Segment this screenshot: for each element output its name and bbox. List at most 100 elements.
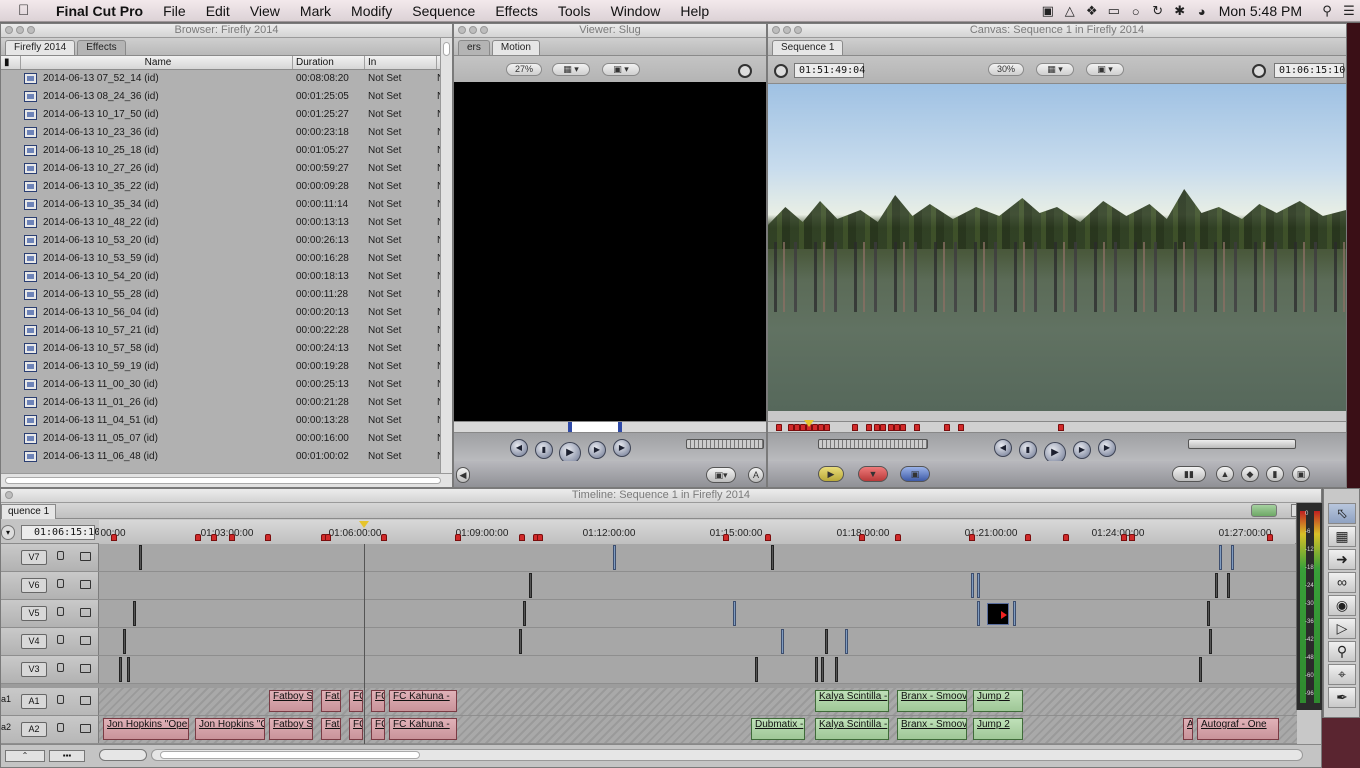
video-clip[interactable] [771, 545, 774, 570]
track-visibility-icon[interactable] [80, 664, 91, 673]
playhead-marker[interactable] [804, 420, 814, 427]
zoom-tool-icon[interactable]: ⚲ [1328, 641, 1356, 662]
marker[interactable] [824, 424, 830, 431]
video-clip[interactable] [127, 657, 130, 682]
clip-duration[interactable]: 00:00:13:28 [293, 412, 365, 430]
playhead-icon[interactable] [359, 521, 369, 528]
clip-name[interactable]: 2014-06-13 11_00_30 (id) [43, 376, 293, 394]
bluetooth-icon[interactable]: ✱ [1169, 3, 1191, 19]
timeline-marker[interactable] [1267, 534, 1273, 541]
close-button[interactable] [772, 26, 780, 34]
search-icon[interactable]: ⚲ [1316, 3, 1338, 19]
clip-in[interactable]: Not Set [365, 376, 437, 394]
clip-duration[interactable]: 00:01:25:05 [293, 88, 365, 106]
audio-clip[interactable]: Autograf - One [1197, 718, 1279, 740]
video-clip[interactable] [1199, 657, 1202, 682]
canvas-titlebar[interactable]: Canvas: Sequence 1 in Firefly 2014 [768, 24, 1346, 38]
table-row[interactable]: 2014-06-13 10_54_20 (id) 00:00:18:13 Not S… [1, 268, 452, 286]
timeline-marker[interactable] [211, 534, 217, 541]
edit-selection-tool-icon[interactable]: ▦ [1328, 526, 1356, 547]
table-row[interactable]: 2014-06-13 08_24_36 (id) 00:01:25:05 Not S… [1, 88, 452, 106]
track-target-button[interactable]: A1 [21, 694, 47, 709]
play-in-to-out-button[interactable]: ▮ [535, 441, 553, 459]
table-row[interactable]: 2014-06-13 11_00_30 (id) 00:00:25:13 Not S… [1, 376, 452, 394]
menu-sequence[interactable]: Sequence [402, 0, 485, 22]
lock-icon[interactable] [57, 579, 64, 588]
close-button[interactable] [458, 26, 466, 34]
column-duration[interactable]: Duration [293, 56, 365, 69]
timeline-marker[interactable] [723, 534, 729, 541]
video-clip[interactable] [987, 603, 1009, 625]
menu-modify[interactable]: Modify [341, 0, 402, 22]
table-row[interactable]: 2014-06-13 07_52_14 (id) 00:08:08:20 Not S… [1, 70, 452, 88]
app-menu[interactable]: Final Cut Pro [52, 0, 153, 22]
marker[interactable] [900, 424, 906, 431]
canvas-video-frame[interactable] [768, 84, 1346, 411]
clip-duration[interactable]: 00:00:25:13 [293, 376, 365, 394]
canvas-in-timecode[interactable]: 01:51:49:04 [794, 63, 865, 78]
video-clip[interactable] [821, 657, 824, 682]
close-button[interactable] [5, 491, 13, 499]
table-row[interactable]: 2014-06-13 10_35_34 (id) 00:00:11:14 Not S… [1, 196, 452, 214]
notification-center-icon[interactable]: ☰ [1338, 3, 1360, 19]
audio-clip[interactable]: Dubmatix - [751, 718, 805, 740]
video-clip[interactable] [529, 573, 532, 598]
canvas-zoom-popup[interactable]: 30% [988, 63, 1024, 76]
clip-in[interactable]: Not Set [365, 358, 437, 376]
clip-in[interactable]: Not Set [365, 214, 437, 232]
clip-name[interactable]: 2014-06-13 10_48_22 (id) [43, 214, 293, 232]
audio-clip[interactable]: A [1183, 718, 1193, 740]
video-clip[interactable] [825, 629, 828, 654]
timeline-marker[interactable] [1129, 534, 1135, 541]
video-clip[interactable] [977, 573, 980, 598]
canvas-duration-timecode[interactable]: 01:06:15:10 [1274, 63, 1345, 78]
menu-help[interactable]: Help [670, 0, 719, 22]
video-clip[interactable] [1013, 601, 1016, 626]
clip-in[interactable]: Not Set [365, 304, 437, 322]
tab-motion[interactable]: Motion [491, 40, 540, 55]
audio-clip[interactable]: Branx - Smoov [897, 690, 967, 712]
razor-tool-icon[interactable]: ▷ [1328, 618, 1356, 639]
clip-name[interactable]: 2014-06-13 10_23_36 (id) [43, 124, 293, 142]
pen-tool-icon[interactable]: ✒ [1328, 687, 1356, 708]
table-row[interactable]: 2014-06-13 10_25_18 (id) 00:01:05:27 Not S… [1, 142, 452, 160]
timeline-marker[interactable] [265, 534, 271, 541]
video-clip[interactable] [139, 545, 142, 570]
clip-duration[interactable]: 00:00:16:28 [293, 250, 365, 268]
timeline-marker[interactable] [765, 534, 771, 541]
wifi-icon[interactable]: ◕ [1191, 4, 1213, 19]
marker[interactable] [866, 424, 872, 431]
crop-tool-icon[interactable]: ⌖ [1328, 664, 1356, 685]
zoom-button[interactable] [480, 26, 488, 34]
clip-duration[interactable]: 00:00:24:13 [293, 340, 365, 358]
video-clip[interactable] [1227, 573, 1230, 598]
table-row[interactable]: 2014-06-13 10_48_22 (id) 00:00:13:13 Not S… [1, 214, 452, 232]
overlay-popup[interactable]: ▣ ▾ [602, 63, 640, 76]
menu-view[interactable]: View [240, 0, 290, 22]
timeline-marker[interactable] [969, 534, 975, 541]
video-clip[interactable] [835, 657, 838, 682]
clip-overlays-toggle[interactable]: ⌃ [5, 750, 45, 762]
track-select-tool-icon[interactable]: ➜ [1328, 549, 1356, 570]
audio-clip[interactable]: Fatboy Sl [269, 690, 313, 712]
video-clip[interactable] [755, 657, 758, 682]
snapping-toggle[interactable] [1251, 504, 1277, 517]
display-icon[interactable]: ▭ [1103, 3, 1125, 19]
table-row[interactable]: 2014-06-13 11_04_51 (id) 00:00:13:28 Not S… [1, 412, 452, 430]
timeline-marker[interactable] [519, 534, 525, 541]
next-edit-button[interactable]: ▶ [613, 439, 631, 457]
track-lane[interactable]: Fatboy Sl Fatb FC FC FC Kahuna - Kalya Scint… [99, 688, 1297, 715]
speaker-icon[interactable] [80, 724, 91, 733]
video-clip[interactable] [781, 629, 784, 654]
menu-edit[interactable]: Edit [196, 0, 240, 22]
video-clip[interactable] [1209, 629, 1212, 654]
current-timecode-field[interactable]: 01:06:15:10 [21, 525, 100, 540]
video-clip[interactable] [133, 601, 136, 626]
timeline-titlebar[interactable]: Timeline: Sequence 1 in Firefly 2014 [1, 489, 1321, 503]
audio-clip[interactable]: Jon Hopkins "O [195, 718, 265, 740]
jog-shuttle[interactable] [818, 439, 928, 449]
lock-icon[interactable] [57, 635, 64, 644]
timeline-ruler[interactable]: 00:0001:03:00:0001:06:00:0001:09:00:0001… [99, 520, 1295, 544]
video-clip[interactable] [815, 657, 818, 682]
table-row[interactable]: 2014-06-13 10_27_26 (id) 00:00:59:27 Not S… [1, 160, 452, 178]
